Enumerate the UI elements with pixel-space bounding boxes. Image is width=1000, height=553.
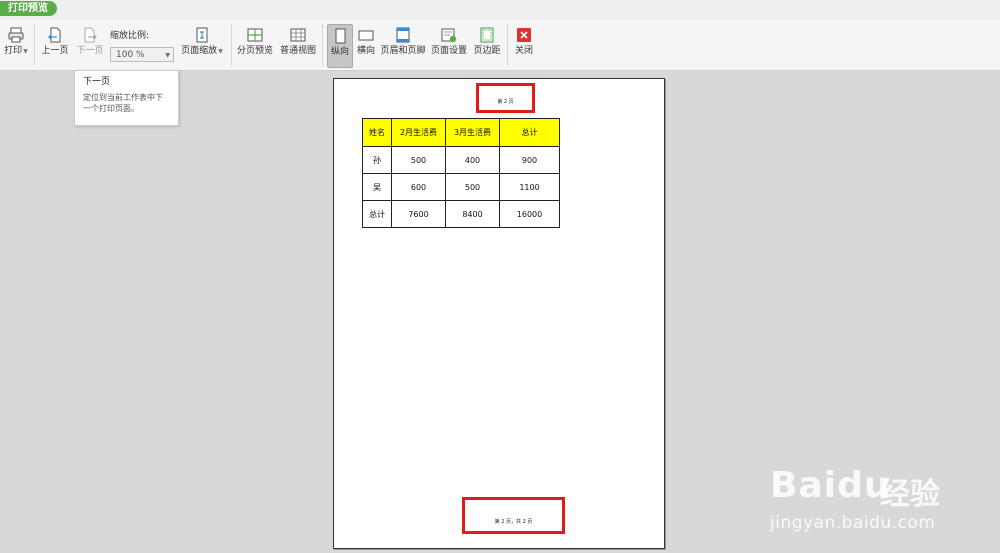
print-button[interactable]: 打印▼	[2, 24, 30, 66]
table-cell: 400	[445, 146, 500, 174]
next-page-label: 下一页	[76, 46, 104, 56]
watermark-brand-cn: 经验	[880, 477, 940, 512]
print-preview-tab[interactable]: 打印预览	[0, 1, 57, 16]
divider	[34, 24, 35, 66]
next-page-icon	[84, 27, 97, 43]
table-row: 吴 600 500 1100	[362, 173, 560, 201]
zoom-select[interactable]: 100 % ▼	[110, 47, 174, 62]
zoom-label: 缩放比例:	[110, 31, 150, 41]
dropdown-caret-icon: ▼	[23, 48, 28, 55]
column-header: 2月生活费	[391, 118, 446, 147]
table-row: 总计 7600 8400 16000	[362, 200, 560, 228]
margins-icon	[480, 27, 494, 43]
table-cell: 600	[391, 173, 446, 201]
normal-view-button[interactable]: 普通视图	[278, 24, 318, 66]
spreadsheet-table: 姓名 2月生活费 3月生活费 总计 孙 500 400 900 吴 600 50…	[362, 118, 560, 228]
prev-page-label: 上一页	[41, 46, 69, 56]
table-cell: 900	[499, 146, 560, 174]
table-cell: 8400	[445, 200, 500, 228]
margins-button[interactable]: 页边距	[472, 24, 502, 66]
page-setup-button[interactable]: 页面设置	[430, 24, 468, 66]
zoom-value: 100 %	[116, 50, 145, 60]
print-label: 打印	[4, 46, 23, 56]
next-page-button[interactable]: 下一页	[75, 24, 105, 66]
table-cell: 7600	[391, 200, 446, 228]
baidu-watermark: Baidu 经验 jingyan.baidu.com	[770, 455, 1000, 553]
table-row: 孙 500 400 900	[362, 146, 560, 174]
dropdown-caret-icon: ▼	[218, 48, 223, 55]
page-header: 第 2 页	[497, 99, 514, 105]
tooltip-description-line2: 一个打印页面。	[83, 104, 139, 113]
print-preview-page: 第 2 页 姓名 2月生活费 3月生活费 总计 孙 500 400 900 吴 …	[333, 78, 665, 549]
normal-view-icon	[290, 28, 306, 42]
header-footer-label: 页眉和页脚	[380, 46, 426, 56]
divider	[231, 24, 232, 66]
watermark-url: jingyan.baidu.com	[770, 513, 936, 533]
table-cell: 吴	[362, 173, 392, 201]
margins-label: 页边距	[473, 46, 501, 56]
page-zoom-label: 页面缩放	[181, 46, 218, 56]
portrait-label: 纵向	[330, 47, 349, 57]
table-cell: 孙	[362, 146, 392, 174]
close-button[interactable]: 关闭	[512, 24, 536, 66]
page-zoom-button[interactable]: 页面缩放▼	[180, 24, 224, 66]
prev-page-icon	[48, 27, 61, 43]
table-cell: 1100	[499, 173, 560, 201]
divider	[507, 24, 508, 66]
column-header: 总计	[499, 118, 560, 147]
printer-icon	[8, 27, 24, 43]
close-icon	[517, 28, 531, 42]
portrait-page-icon	[335, 28, 346, 44]
tooltip-title: 下一页	[83, 77, 111, 87]
column-header: 3月生活费	[445, 118, 500, 147]
page-setup-icon	[441, 28, 457, 43]
next-page-tooltip: 下一页 定位到当前工作表中下 一个打印页面。	[74, 70, 179, 126]
close-label: 关闭	[514, 46, 533, 56]
landscape-page-icon	[358, 30, 374, 41]
header-footer-button[interactable]: 页眉和页脚	[380, 24, 426, 66]
portrait-button[interactable]: 纵向	[327, 24, 353, 68]
page-break-preview-label: 分页预览	[236, 46, 273, 56]
table-cell: 总计	[362, 200, 392, 228]
divider	[322, 24, 323, 66]
prev-page-button[interactable]: 上一页	[40, 24, 70, 66]
column-header: 姓名	[362, 118, 392, 147]
table-cell: 16000	[499, 200, 560, 228]
landscape-button[interactable]: 横向	[354, 24, 378, 66]
table-cell: 500	[391, 146, 446, 174]
title-bar: 打印预览	[0, 0, 1000, 20]
table-header-row: 姓名 2月生活费 3月生活费 总计	[362, 118, 560, 147]
tooltip-description-line1: 定位到当前工作表中下	[83, 93, 163, 102]
landscape-label: 横向	[356, 46, 375, 56]
footer-highlight-box: 第 2 页，共 2 页	[462, 497, 565, 534]
page-zoom-icon	[196, 27, 208, 43]
page-break-preview-icon	[247, 28, 263, 42]
header-highlight-box: 第 2 页	[476, 83, 535, 113]
print-preview-ribbon: 打印▼ 上一页 下一页 缩放比例: 100 % ▼ 页面缩放▼ 分页预览 普通视…	[0, 20, 1000, 71]
chevron-down-icon: ▼	[165, 52, 170, 59]
page-footer: 第 2 页，共 2 页	[494, 519, 533, 525]
page-setup-label: 页面设置	[430, 46, 467, 56]
header-footer-icon	[396, 27, 410, 43]
watermark-brand: Baidu	[770, 465, 891, 506]
table-cell: 500	[445, 173, 500, 201]
normal-view-label: 普通视图	[279, 46, 316, 56]
page-break-preview-button[interactable]: 分页预览	[236, 24, 274, 66]
